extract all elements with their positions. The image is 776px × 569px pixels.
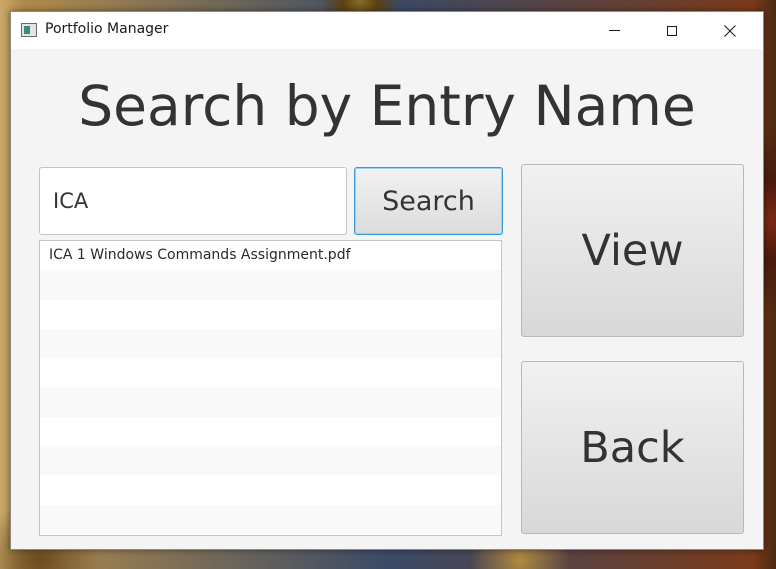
list-item[interactable]: [40, 270, 501, 300]
close-button[interactable]: [701, 12, 759, 49]
page-title: Search by Entry Name: [78, 74, 696, 138]
list-item[interactable]: ICA 1 Windows Commands Assignment.pdf: [40, 241, 501, 271]
minimize-icon: [608, 30, 620, 31]
window-title: Portfolio Manager: [45, 21, 169, 37]
list-item[interactable]: [40, 504, 501, 534]
maximize-icon: [667, 25, 677, 36]
search-input[interactable]: [39, 167, 347, 235]
list-item[interactable]: [40, 358, 501, 388]
app-icon: [21, 23, 37, 37]
list-item[interactable]: [40, 416, 501, 447]
back-button[interactable]: Back: [521, 361, 744, 534]
search-button[interactable]: Search: [354, 167, 503, 235]
list-item[interactable]: [40, 475, 501, 505]
close-icon: [724, 24, 736, 37]
list-item[interactable]: [40, 328, 501, 359]
view-button[interactable]: View: [521, 164, 744, 337]
list-item[interactable]: [40, 387, 501, 417]
results-list[interactable]: ICA 1 Windows Commands Assignment.pdf: [39, 240, 502, 536]
minimize-button[interactable]: [585, 12, 643, 49]
list-item[interactable]: [40, 446, 501, 476]
title-bar[interactable]: Portfolio Manager: [11, 12, 763, 49]
list-item[interactable]: [40, 299, 501, 329]
maximize-button[interactable]: [643, 12, 701, 49]
app-window: Portfolio Manager Search by Entry Name S…: [10, 11, 764, 550]
